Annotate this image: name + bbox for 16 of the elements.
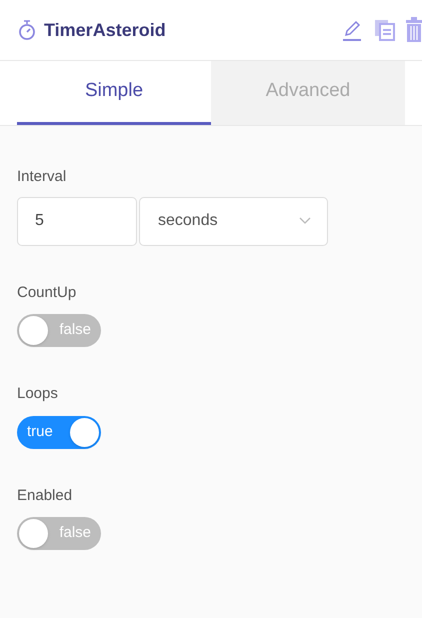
number-field[interactable]: 5 [17, 196, 137, 246]
unit-dropdown[interactable]: seconds [139, 196, 328, 246]
toggle-switch[interactable]: false [17, 314, 101, 347]
trash-icon[interactable] [406, 17, 422, 43]
toggle-switch[interactable]: false [17, 517, 101, 550]
field-label: Interval [17, 167, 68, 187]
copy-icon[interactable] [374, 18, 396, 42]
field-label: Loops [17, 384, 59, 404]
tab[interactable]: Advanced [211, 61, 405, 125]
field-label: Enabled [17, 486, 74, 506]
edit-icon[interactable] [340, 18, 364, 42]
field-label: CountUp [17, 282, 78, 302]
toggle-switch[interactable]: true [17, 416, 101, 448]
stopwatch-icon [18, 20, 36, 40]
chevron-down-icon [299, 217, 311, 225]
component-title: TimerAsteroid [44, 18, 166, 42]
